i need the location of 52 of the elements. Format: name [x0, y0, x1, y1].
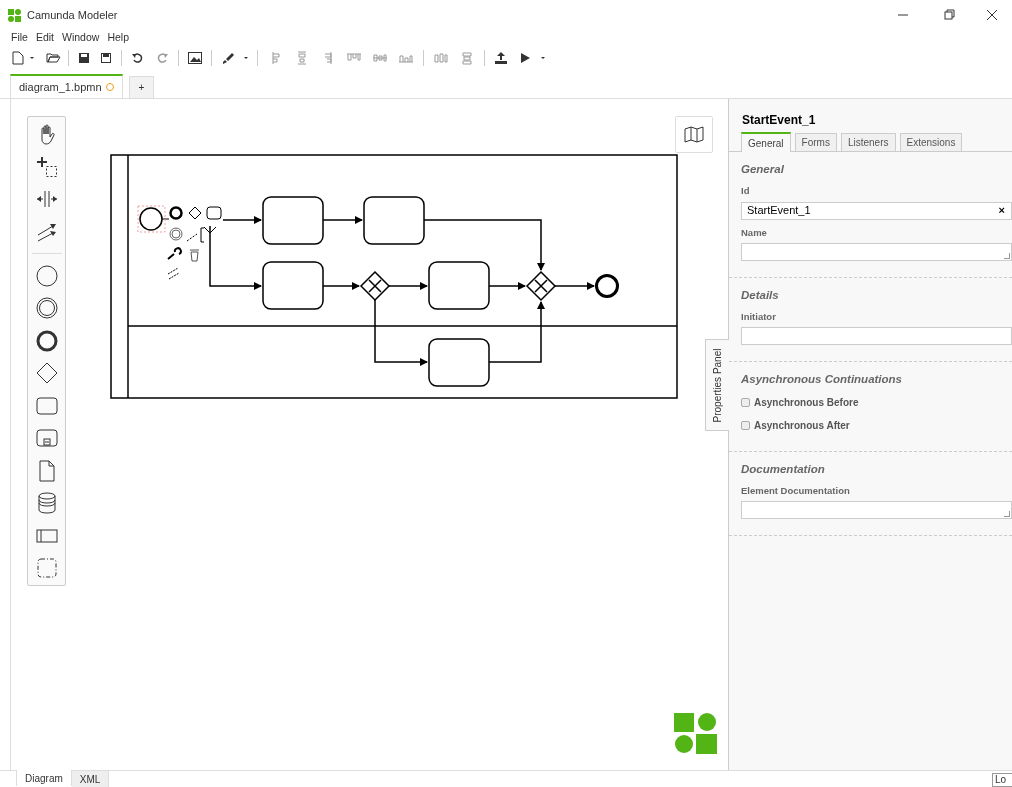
section-heading: General [741, 162, 785, 177]
checkbox[interactable] [741, 420, 750, 430]
section-heading: Details [741, 287, 780, 303]
folder-icon[interactable] [44, 50, 62, 65]
input-field[interactable] [741, 327, 1012, 346]
subprocess-icon[interactable] [35, 427, 58, 449]
menu-item[interactable]: File [11, 29, 28, 46]
file-tab[interactable]: diagram_1.bpmn [10, 74, 123, 98]
view-tab[interactable]: Diagram [16, 770, 72, 786]
camunda-logo-icon [674, 711, 718, 755]
menu-item[interactable]: Edit [35, 29, 54, 46]
data-store-icon[interactable] [35, 492, 58, 514]
section-heading: Asynchronous Continuations [741, 372, 903, 388]
group-icon[interactable] [35, 557, 58, 579]
properties-tab[interactable]: Forms [794, 133, 837, 151]
properties-panel-toggle[interactable]: Properties Panel [705, 339, 729, 431]
checkbox[interactable] [741, 397, 750, 407]
menu-item[interactable]: Help [107, 29, 129, 46]
field-label: Initiator [741, 310, 777, 324]
textarea-field[interactable] [741, 501, 1012, 519]
end-event-icon[interactable] [35, 329, 58, 352]
field-label: Name [741, 225, 768, 240]
panel-title: StartEvent_1 [741, 112, 817, 129]
app-logo-icon [8, 8, 21, 22]
clear-icon[interactable]: × [998, 202, 1005, 219]
intermediate-event-icon[interactable] [35, 297, 58, 319]
start-event-icon[interactable] [35, 264, 58, 287]
resize-handle-icon [1004, 252, 1010, 259]
task-icon[interactable] [35, 394, 58, 417]
window-title: Camunda Modeler [27, 7, 118, 23]
image-icon[interactable] [185, 50, 205, 65]
section-heading: Documentation [741, 461, 826, 477]
input-field[interactable]: StartEvent_1 × [741, 201, 1012, 220]
gateway-icon[interactable] [35, 362, 58, 384]
checkbox-label: Asynchronous After [754, 418, 850, 433]
new-file-icon[interactable] [12, 50, 24, 65]
properties-tab[interactable]: Listeners [840, 133, 896, 151]
space-tool-icon[interactable] [35, 188, 58, 210]
log-button[interactable]: Lo [992, 773, 1012, 787]
resize-handle-icon [1004, 511, 1010, 517]
checkbox-label: Asynchronous Before [754, 395, 859, 410]
properties-tab[interactable]: General [741, 132, 791, 152]
properties-tab[interactable]: Extensions [899, 133, 963, 151]
file-tab[interactable]: + [128, 76, 155, 98]
textarea-field[interactable] [741, 242, 1012, 261]
lasso-tool-icon[interactable] [35, 155, 58, 178]
view-tab[interactable]: XML [71, 771, 110, 787]
minimap-button[interactable] [675, 116, 713, 153]
field-label: Id [741, 184, 751, 199]
map-icon [684, 126, 704, 143]
field-label: Element Documentation [741, 483, 851, 498]
menu-item[interactable]: Window [62, 29, 100, 46]
